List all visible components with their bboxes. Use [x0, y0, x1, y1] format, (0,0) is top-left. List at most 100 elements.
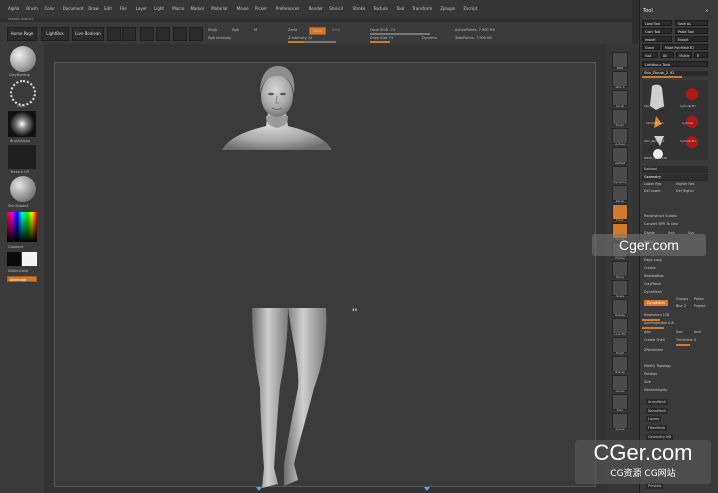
- model-legs[interactable]: [248, 308, 332, 490]
- tool-button-paste-tool[interactable]: Paste Tool: [675, 28, 708, 34]
- model-upper-body[interactable]: [222, 64, 332, 152]
- move-mode-icon[interactable]: [140, 27, 154, 41]
- dyna-rows-polish[interactable]: Polish: [694, 297, 704, 301]
- list-rows-nanomesh[interactable]: NanoMesh: [646, 408, 668, 414]
- dyna-rows-add[interactable]: Add: [644, 330, 651, 334]
- menu-item-marker[interactable]: Marker: [191, 6, 205, 11]
- dyna-rows-blur-2[interactable]: Blur 2: [676, 304, 686, 308]
- tool-button-copy-tool[interactable]: Copy Tool: [642, 28, 672, 34]
- zadd-toggle[interactable]: Zadd: [288, 28, 297, 32]
- dyna-rows-thickness-4[interactable]: Thickness 4: [676, 338, 696, 342]
- menu-item-zplugin[interactable]: Zplugin: [440, 6, 455, 11]
- lower-rows-size[interactable]: Size: [644, 380, 651, 384]
- alternate-button[interactable]: Alternate: [7, 276, 37, 282]
- mrgb-toggle[interactable]: Mrgb: [208, 28, 217, 32]
- geo-rows-convert-bpr-to-geo[interactable]: Convert BPR To Geo: [644, 222, 678, 226]
- lightbox-button[interactable]: LightBox: [41, 27, 69, 41]
- texture-icon[interactable]: [8, 145, 36, 169]
- menu-item-macro[interactable]: Macro: [172, 6, 184, 11]
- tool-button-lightbox-tools[interactable]: Lightbox ▸ Tools: [642, 61, 708, 67]
- menu-item-zscript[interactable]: Zscript: [463, 6, 477, 11]
- geo-rows-edge-loop[interactable]: Edge Loop: [644, 258, 662, 262]
- material-sphere-icon[interactable]: [10, 176, 36, 202]
- tool-button-clone[interactable]: Clone: [642, 44, 660, 50]
- menu-item-file[interactable]: File: [120, 6, 127, 11]
- lower-rows-meshintegrity[interactable]: MeshIntegrity: [644, 388, 667, 392]
- lower-rows-modify-topology[interactable]: Modify Topology: [644, 364, 671, 368]
- geo-rows-lower-res[interactable]: Lower Res: [644, 182, 661, 186]
- subtool-section[interactable]: Subtool: [642, 166, 708, 173]
- panel-collapse-icon[interactable]: ✕: [705, 8, 708, 13]
- menu-item-picker[interactable]: Picker: [255, 6, 267, 11]
- tool-button-export[interactable]: Export: [675, 36, 708, 42]
- alpha-icon[interactable]: [8, 111, 36, 137]
- rotate-mode-icon[interactable]: [173, 27, 187, 41]
- color-picker-icon[interactable]: [7, 212, 37, 242]
- zcut-toggle[interactable]: Zcut: [332, 28, 340, 32]
- menu-item-texture[interactable]: Texture: [373, 6, 388, 11]
- lower-rows-position[interactable]: Position: [644, 372, 657, 376]
- live-boolean-button[interactable]: Live Boolean: [72, 27, 104, 41]
- menu-item-tool[interactable]: Tool: [396, 6, 404, 11]
- tool-button-import[interactable]: Import: [642, 36, 672, 42]
- geometry-section[interactable]: Geometry: [642, 174, 708, 181]
- stroke-dots-icon[interactable]: [10, 80, 36, 106]
- focal-shift-slider[interactable]: Focal Shift -74: [370, 28, 395, 32]
- secondary-color-swatch[interactable]: [22, 252, 37, 266]
- geo-rows-reconstruct-subdiv[interactable]: Reconstruct Subdiv: [644, 214, 677, 218]
- dyna-rows-dynamesh[interactable]: DynaMesh: [644, 300, 668, 306]
- dyna-rows-project[interactable]: Project: [694, 304, 706, 308]
- edit-mode-icon[interactable]: [107, 27, 121, 41]
- menu-item-brush[interactable]: Brush: [26, 6, 38, 11]
- list-rows-layers[interactable]: Layers: [646, 416, 662, 422]
- tool-button-r[interactable]: R: [694, 52, 708, 58]
- menu-item-stencil[interactable]: Stencil: [329, 6, 343, 11]
- tool-thumbnails[interactable]: [642, 80, 708, 160]
- list-rows-fibermesh[interactable]: FiberMesh: [646, 425, 668, 431]
- focal-shift-track[interactable]: [370, 33, 430, 35]
- menu-item-color[interactable]: Color: [45, 6, 55, 11]
- menu-item-layer[interactable]: Layer: [136, 6, 147, 11]
- geo-rows-higher-res[interactable]: Higher Res: [676, 182, 694, 186]
- draw-size-slider[interactable]: Draw Size 74: [370, 36, 393, 40]
- home-page-button[interactable]: Home Page: [7, 27, 37, 41]
- geo-rows-crease[interactable]: Crease: [644, 266, 656, 270]
- geo-rows-claypolish[interactable]: ClayPolish: [644, 282, 661, 286]
- rgb-intensity-slider[interactable]: Rgb Intensity: [208, 36, 231, 40]
- dyna-rows-subprojection-0-6[interactable]: SubProjection 0.6: [644, 321, 674, 325]
- gyro-icon[interactable]: [189, 27, 203, 41]
- dyna-rows-resolution-128[interactable]: Resolution 128: [644, 313, 669, 317]
- dyna-rows-sub[interactable]: Sub: [676, 330, 682, 334]
- dynamic-toggle[interactable]: Dynamic: [422, 36, 437, 40]
- switch-color-label[interactable]: SwitchColor: [8, 269, 29, 273]
- z-intensity-slider[interactable]: Z Intensity 25: [288, 36, 312, 40]
- geo-rows-del-lower[interactable]: Del Lower: [644, 189, 661, 193]
- menu-item-render[interactable]: Render: [309, 6, 323, 11]
- draw-mode-icon[interactable]: [122, 27, 136, 41]
- menu-item-stroke[interactable]: Stroke: [353, 6, 366, 11]
- menu-item-preferences[interactable]: Preferences: [276, 6, 300, 11]
- lower-rows-zremesher[interactable]: ZRemesher: [644, 348, 663, 352]
- menu-item-movie[interactable]: Movie: [237, 6, 249, 11]
- m-toggle[interactable]: M: [254, 28, 257, 32]
- dyna-rows-groups[interactable]: Groups: [676, 297, 688, 301]
- menu-item-draw[interactable]: Draw: [88, 6, 98, 11]
- menu-item-document[interactable]: Document: [63, 6, 84, 11]
- menu-item-light[interactable]: Light: [154, 6, 164, 11]
- geo-rows-dynamesh[interactable]: DynaMesh: [644, 290, 662, 294]
- menu-item-alpha[interactable]: Alpha: [8, 6, 19, 11]
- tool-button-goz[interactable]: GoZ: [642, 52, 658, 58]
- tool-button-save-as[interactable]: Save As: [675, 20, 708, 26]
- list-rows-arraymesh[interactable]: ArrayMesh: [646, 399, 669, 405]
- geo-rows-del-higher[interactable]: Del Higher: [676, 189, 694, 193]
- tool-button-make-polymesh3d[interactable]: Make PolyMesh3D: [662, 44, 708, 50]
- tool-button-all[interactable]: All: [660, 52, 674, 58]
- tool-button-load-tool[interactable]: Load Tool: [642, 20, 672, 26]
- menu-item-material[interactable]: Material: [211, 6, 227, 11]
- timeline-marker-icon[interactable]: [256, 487, 262, 491]
- main-color-swatch[interactable]: [7, 252, 21, 266]
- dyna-rows-and[interactable]: And: [694, 330, 701, 334]
- zsub-toggle[interactable]: Zsub: [309, 27, 326, 35]
- timeline-marker-icon[interactable]: [424, 487, 430, 491]
- scale-mode-icon[interactable]: [156, 27, 170, 41]
